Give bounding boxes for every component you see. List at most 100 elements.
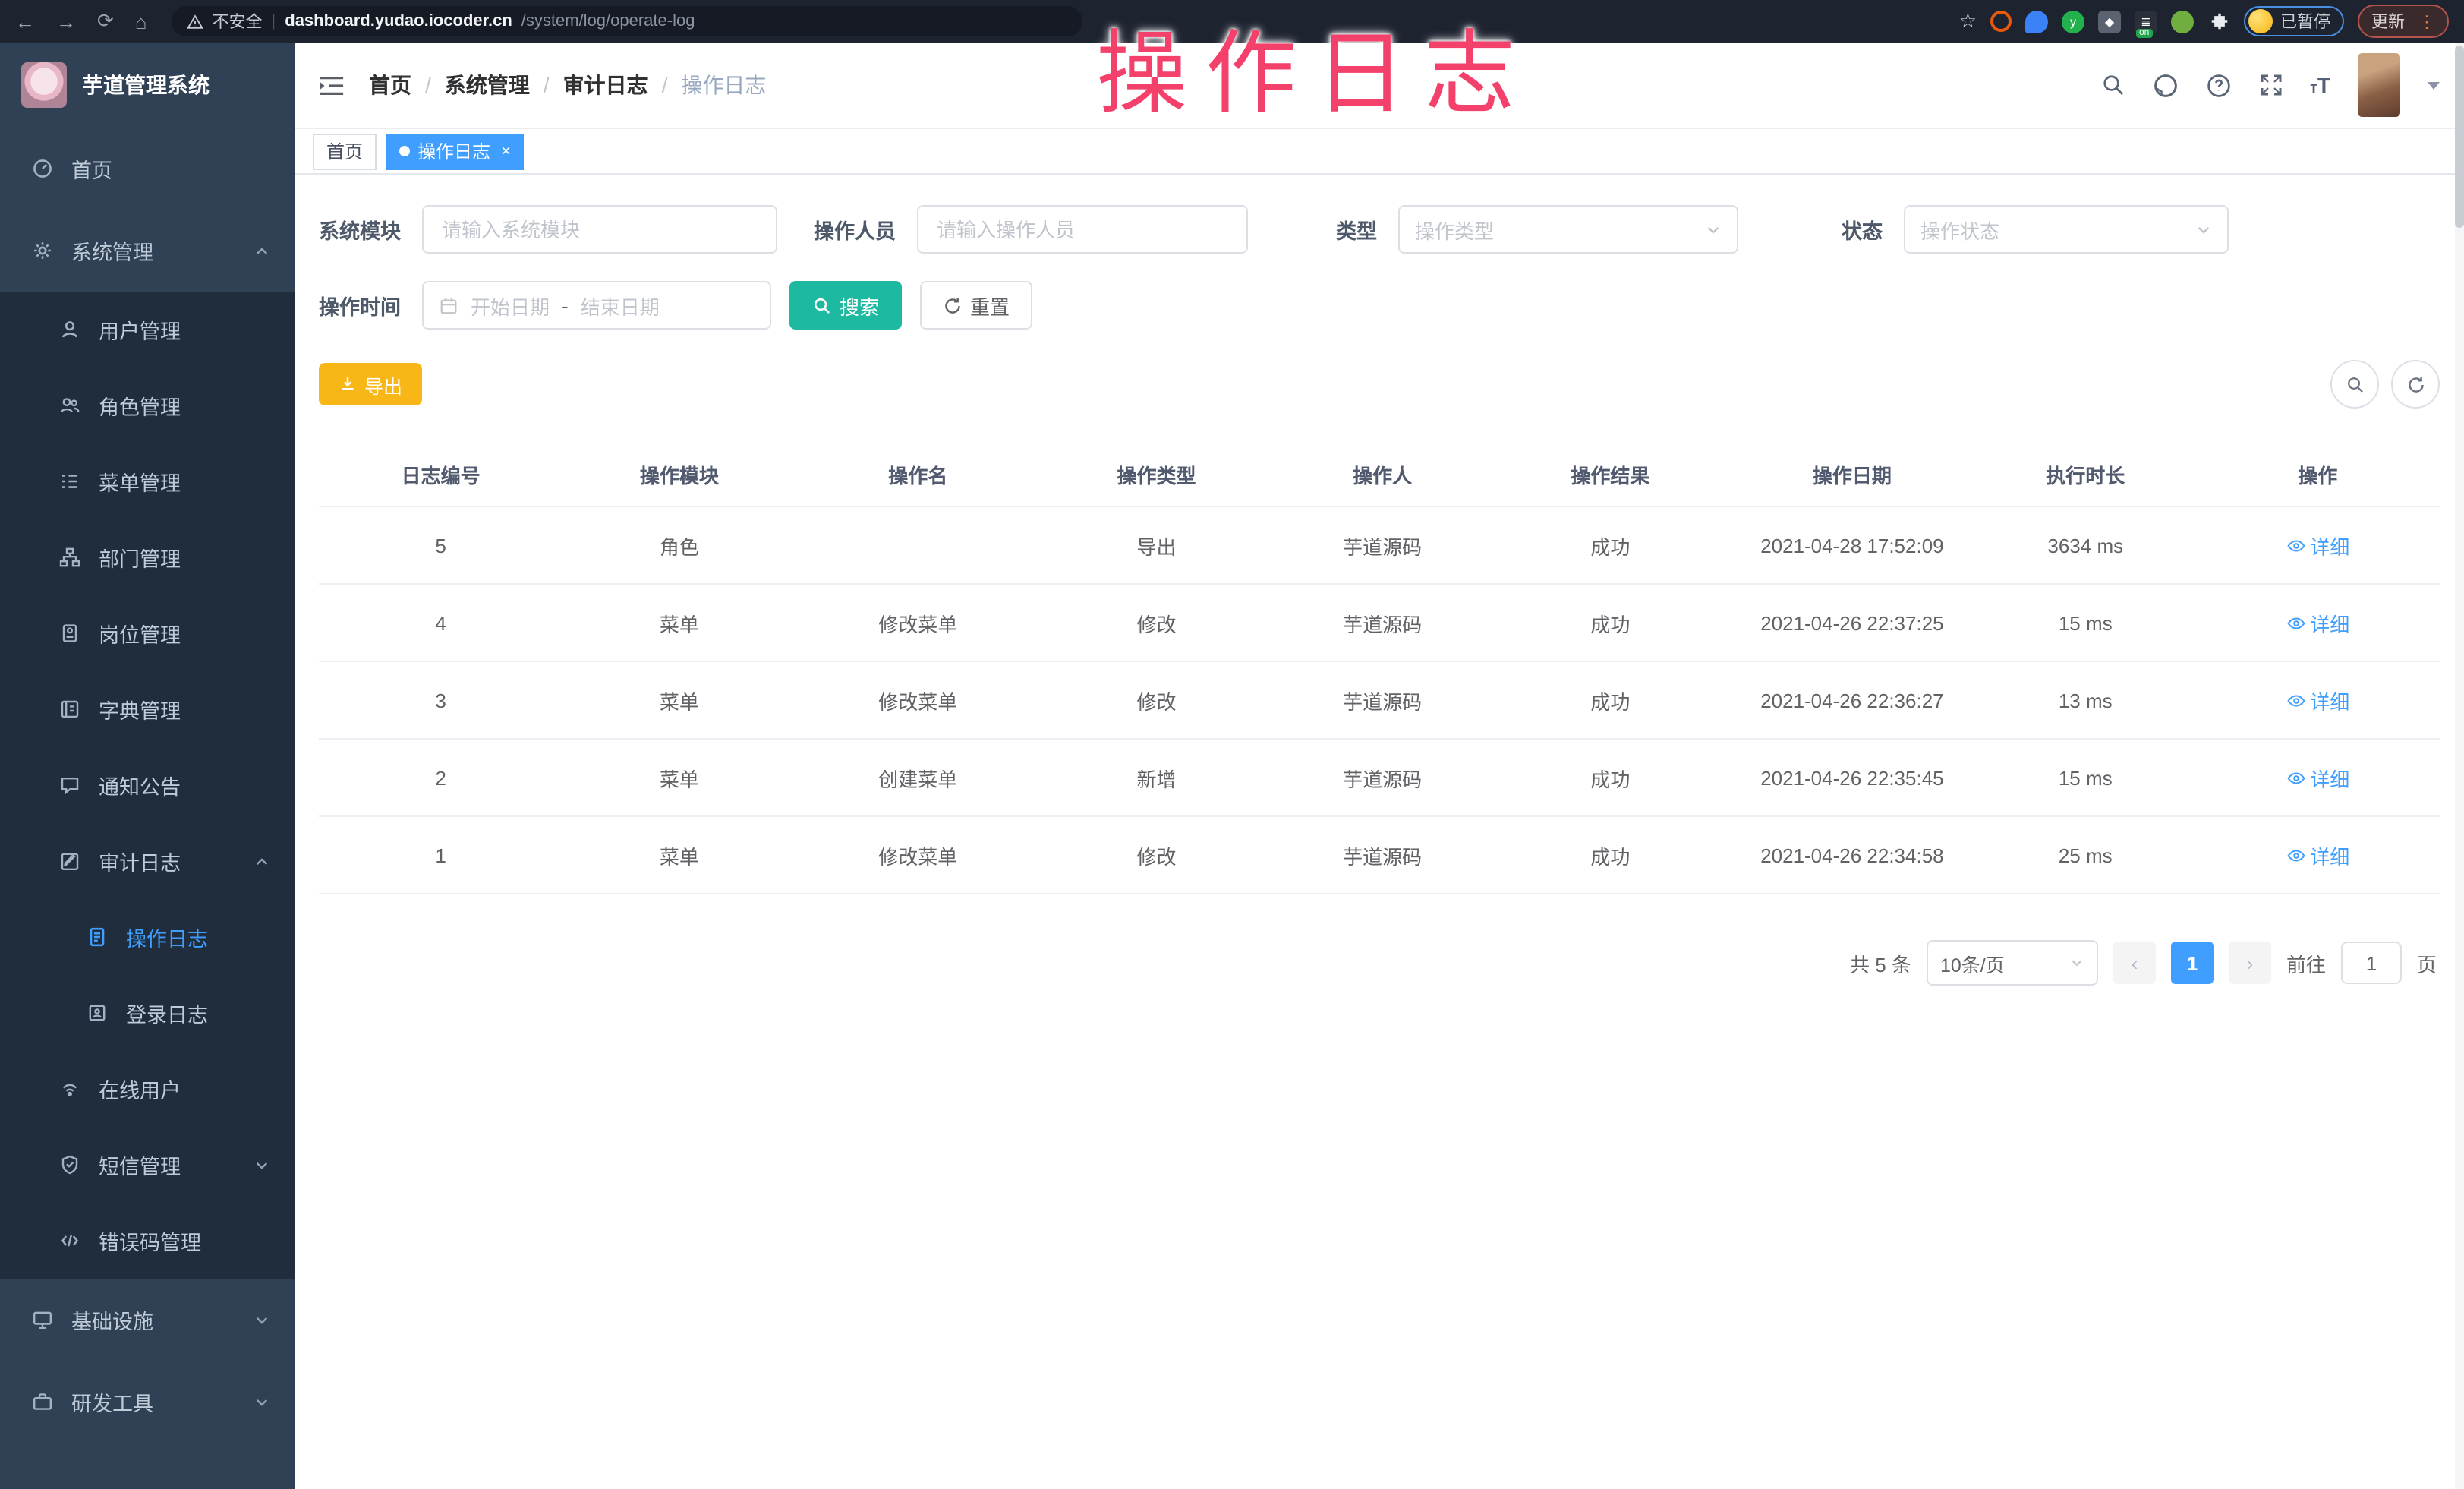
detail-link[interactable]: 详细 [2286,531,2349,560]
online-signal-icon [58,1078,80,1099]
sidebar-item-error-code[interactable]: 错误码管理 [0,1203,295,1279]
user-menu-caret-icon[interactable] [2428,81,2440,89]
header-search-icon[interactable] [2100,73,2125,97]
sidebar-item-operate-log[interactable]: 操作日志 [0,899,295,975]
date-range-picker[interactable]: 开始日期 - 结束日期 [422,281,771,330]
page-content: 系统模块 操作人员 类型 操作类型 [295,175,2464,1489]
breadcrumb-system[interactable]: 系统管理 [445,70,530,100]
detail-link[interactable]: 详细 [2286,686,2349,715]
sidebar-item-dept-management[interactable]: 部门管理 [0,519,295,595]
sidebar-item-home[interactable]: 首页 [0,128,295,210]
extension-on-badge-icon[interactable]: on≣ [2135,10,2157,33]
detail-link[interactable]: 详细 [2286,841,2349,869]
detail-link[interactable]: 详细 [2286,763,2349,792]
end-date-placeholder: 结束日期 [581,291,660,320]
sidebar-item-notice[interactable]: 通知公告 [0,747,295,823]
type-select[interactable]: 操作类型 [1398,205,1738,254]
export-button[interactable]: 导出 [319,363,422,405]
sidebar-item-audit-log[interactable]: 审计日志 [0,823,295,899]
extension-green-v-icon[interactable]: y [2062,10,2084,33]
goto-page-input[interactable] [2341,942,2402,984]
reset-button[interactable]: 重置 [920,281,1032,330]
profile-status: 已暂停 [2280,9,2330,33]
sidebar-item-label: 研发工具 [71,1386,153,1417]
shield-icon [58,1154,80,1175]
col-operator: 操作人 [1273,442,1492,506]
github-icon[interactable] [2152,72,2178,98]
bookmark-star-icon[interactable]: ☆ [1959,9,1977,33]
window-scrollbar[interactable] [2455,43,2464,1489]
search-button[interactable]: 搜索 [789,281,902,330]
address-bar[interactable]: 不安全 | dashboard.yudao.iocoder.cn/system/… [172,6,1082,36]
detail-link[interactable]: 详细 [2286,608,2349,637]
status-select[interactable]: 操作状态 [1904,205,2229,254]
app-logo-row[interactable]: 芋道管理系统 [0,43,295,128]
back-icon[interactable]: ← [15,10,35,33]
module-input[interactable] [422,205,777,254]
dashboard-icon [30,158,53,179]
browser-window: ← → ⟳ ⌂ 不安全 | dashboard.yudao.iocoder.cn… [0,0,2464,1489]
scrollbar-thumb[interactable] [2455,46,2464,228]
sidebar-item-post-management[interactable]: 岗位管理 [0,595,295,671]
breadcrumb-home[interactable]: 首页 [369,70,411,100]
users-icon [58,395,80,416]
sidebar-item-role-management[interactable]: 角色管理 [0,368,295,443]
operator-input[interactable] [917,205,1248,254]
home-icon[interactable]: ⌂ [135,10,147,33]
sidebar-item-user-management[interactable]: 用户管理 [0,292,295,368]
url-path: /system/log/operate-log [521,12,695,30]
extension-gray-diamond-icon[interactable]: ◆ [2098,10,2121,33]
total-count: 共 5 条 [1850,948,1911,977]
sidebar-item-infrastructure[interactable]: 基础设施 [0,1279,295,1361]
help-icon[interactable] [2205,72,2231,98]
col-actions: 操作 [2196,442,2440,506]
dictionary-icon [58,699,80,720]
col-name: 操作名 [796,442,1040,506]
status-select-placeholder: 操作状态 [1920,215,2195,244]
fullscreen-icon[interactable] [2258,73,2283,97]
sidebar-item-online-users[interactable]: 在线用户 [0,1051,295,1127]
user-icon [58,319,80,340]
sidebar-item-sms-management[interactable]: 短信管理 [0,1127,295,1203]
close-tag-icon[interactable]: × [501,142,511,160]
chevron-down-icon [254,1311,270,1328]
sidebar-item-menu-management[interactable]: 菜单管理 [0,443,295,519]
sidebar-item-label: 错误码管理 [99,1226,201,1256]
page-size-select[interactable]: 10条/页 [1927,940,2098,986]
browser-profile-chip[interactable]: 已暂停 [2244,6,2344,36]
tag-home[interactable]: 首页 [313,133,377,169]
sidebar-item-dict-management[interactable]: 字典管理 [0,671,295,747]
tag-operate-log[interactable]: 操作日志 × [386,133,525,169]
extension-blue-drop-icon[interactable] [2025,10,2048,33]
forward-icon[interactable]: → [56,10,76,33]
extension-green-leaf-icon[interactable] [2171,10,2194,33]
prev-page-button[interactable]: ‹ [2113,942,2156,984]
font-size-icon[interactable]: тT [2310,73,2330,97]
reload-icon[interactable]: ⟳ [97,9,114,33]
page-1-button[interactable]: 1 [2171,942,2214,984]
col-module: 操作模块 [562,442,796,506]
sidebar-item-login-log[interactable]: 登录日志 [0,975,295,1051]
type-select-placeholder: 操作类型 [1415,215,1705,244]
app-logo [21,62,67,108]
browser-menu-icon[interactable]: ⋮ [2418,11,2435,31]
monitor-icon [30,1309,53,1330]
refresh-table-button[interactable] [2391,360,2440,409]
sidebar-item-system-management[interactable]: 系统管理 [0,210,295,292]
operate-log-icon [85,926,108,948]
extension-orange-ring-icon[interactable] [1990,11,2012,32]
show-search-toggle-button[interactable] [2330,360,2379,409]
extensions-puzzle-icon[interactable] [2207,10,2230,33]
user-avatar[interactable] [2358,53,2400,117]
breadcrumb-audit[interactable]: 审计日志 [563,70,648,100]
announcement-icon [58,774,80,796]
table-row: 2菜单创建菜单新增芋道源码成功2021-04-26 22:35:4515 ms … [319,739,2440,816]
browser-update-button[interactable]: 更新 ⋮ [2358,5,2449,38]
pagination: 共 5 条 10条/页 ‹ 1 › 前往 页 [319,940,2440,986]
collapse-sidebar-icon[interactable] [319,74,345,96]
sidebar: 芋道管理系统 首页 系统管理 用户管理 角色管理 菜单管理 [0,43,295,1489]
top-navbar: 首页 / 系统管理 / 审计日志 / 操作日志 тT [295,43,2464,129]
start-date-placeholder: 开始日期 [471,291,550,320]
sidebar-item-dev-tools[interactable]: 研发工具 [0,1361,295,1443]
next-page-button[interactable]: › [2229,942,2271,984]
